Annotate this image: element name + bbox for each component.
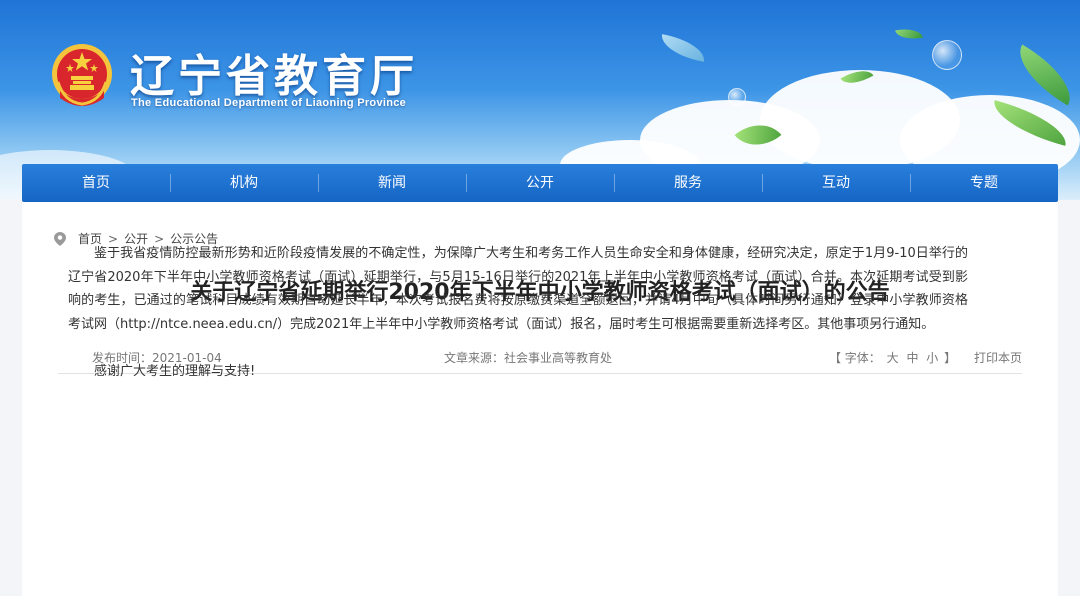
leaf-decoration [658,34,708,62]
nav-item-interaction[interactable]: 互动 [762,164,910,202]
article-paragraph: 鉴于我省疫情防控最新形势和近阶段疫情发展的不确定性，为保障广大考生和考务工作人员… [68,246,968,332]
nav-item-services[interactable]: 服务 [614,164,762,202]
location-pin-icon [54,231,66,246]
nav-item-disclosure[interactable]: 公开 [466,164,614,202]
nav-item-home[interactable]: 首页 [22,164,170,202]
site-subtitle: The Educational Department of Liaoning P… [131,97,407,109]
bubble-decoration [728,88,746,106]
article-thanks: 感谢广大考生的理解与支持! [94,364,256,379]
print-page-button[interactable]: 打印本页 [974,351,1022,365]
article-source: 文章来源：社会事业高等教育处 [444,351,613,365]
font-size-medium-button[interactable]: 中 [906,351,918,365]
leaf-decoration [895,25,923,43]
font-size-small-button[interactable]: 小 [926,351,938,365]
main-nav: 首页 机构 新闻 公开 服务 互动 专题 [22,164,1058,202]
site-title: 辽宁省教育厅 [130,51,418,102]
font-size-close: 】 [944,351,957,365]
nav-item-organization[interactable]: 机构 [170,164,318,202]
bubble-decoration [932,40,962,70]
national-emblem-icon [52,44,112,106]
article-tools: 【 字体： 大 中 小 】 打印本页 [829,349,1022,366]
font-size-label: 【 字体： [828,351,881,365]
nav-item-topics[interactable]: 专题 [910,164,1058,202]
nav-item-news[interactable]: 新闻 [318,164,466,202]
font-size-large-button[interactable]: 大 [887,351,899,365]
